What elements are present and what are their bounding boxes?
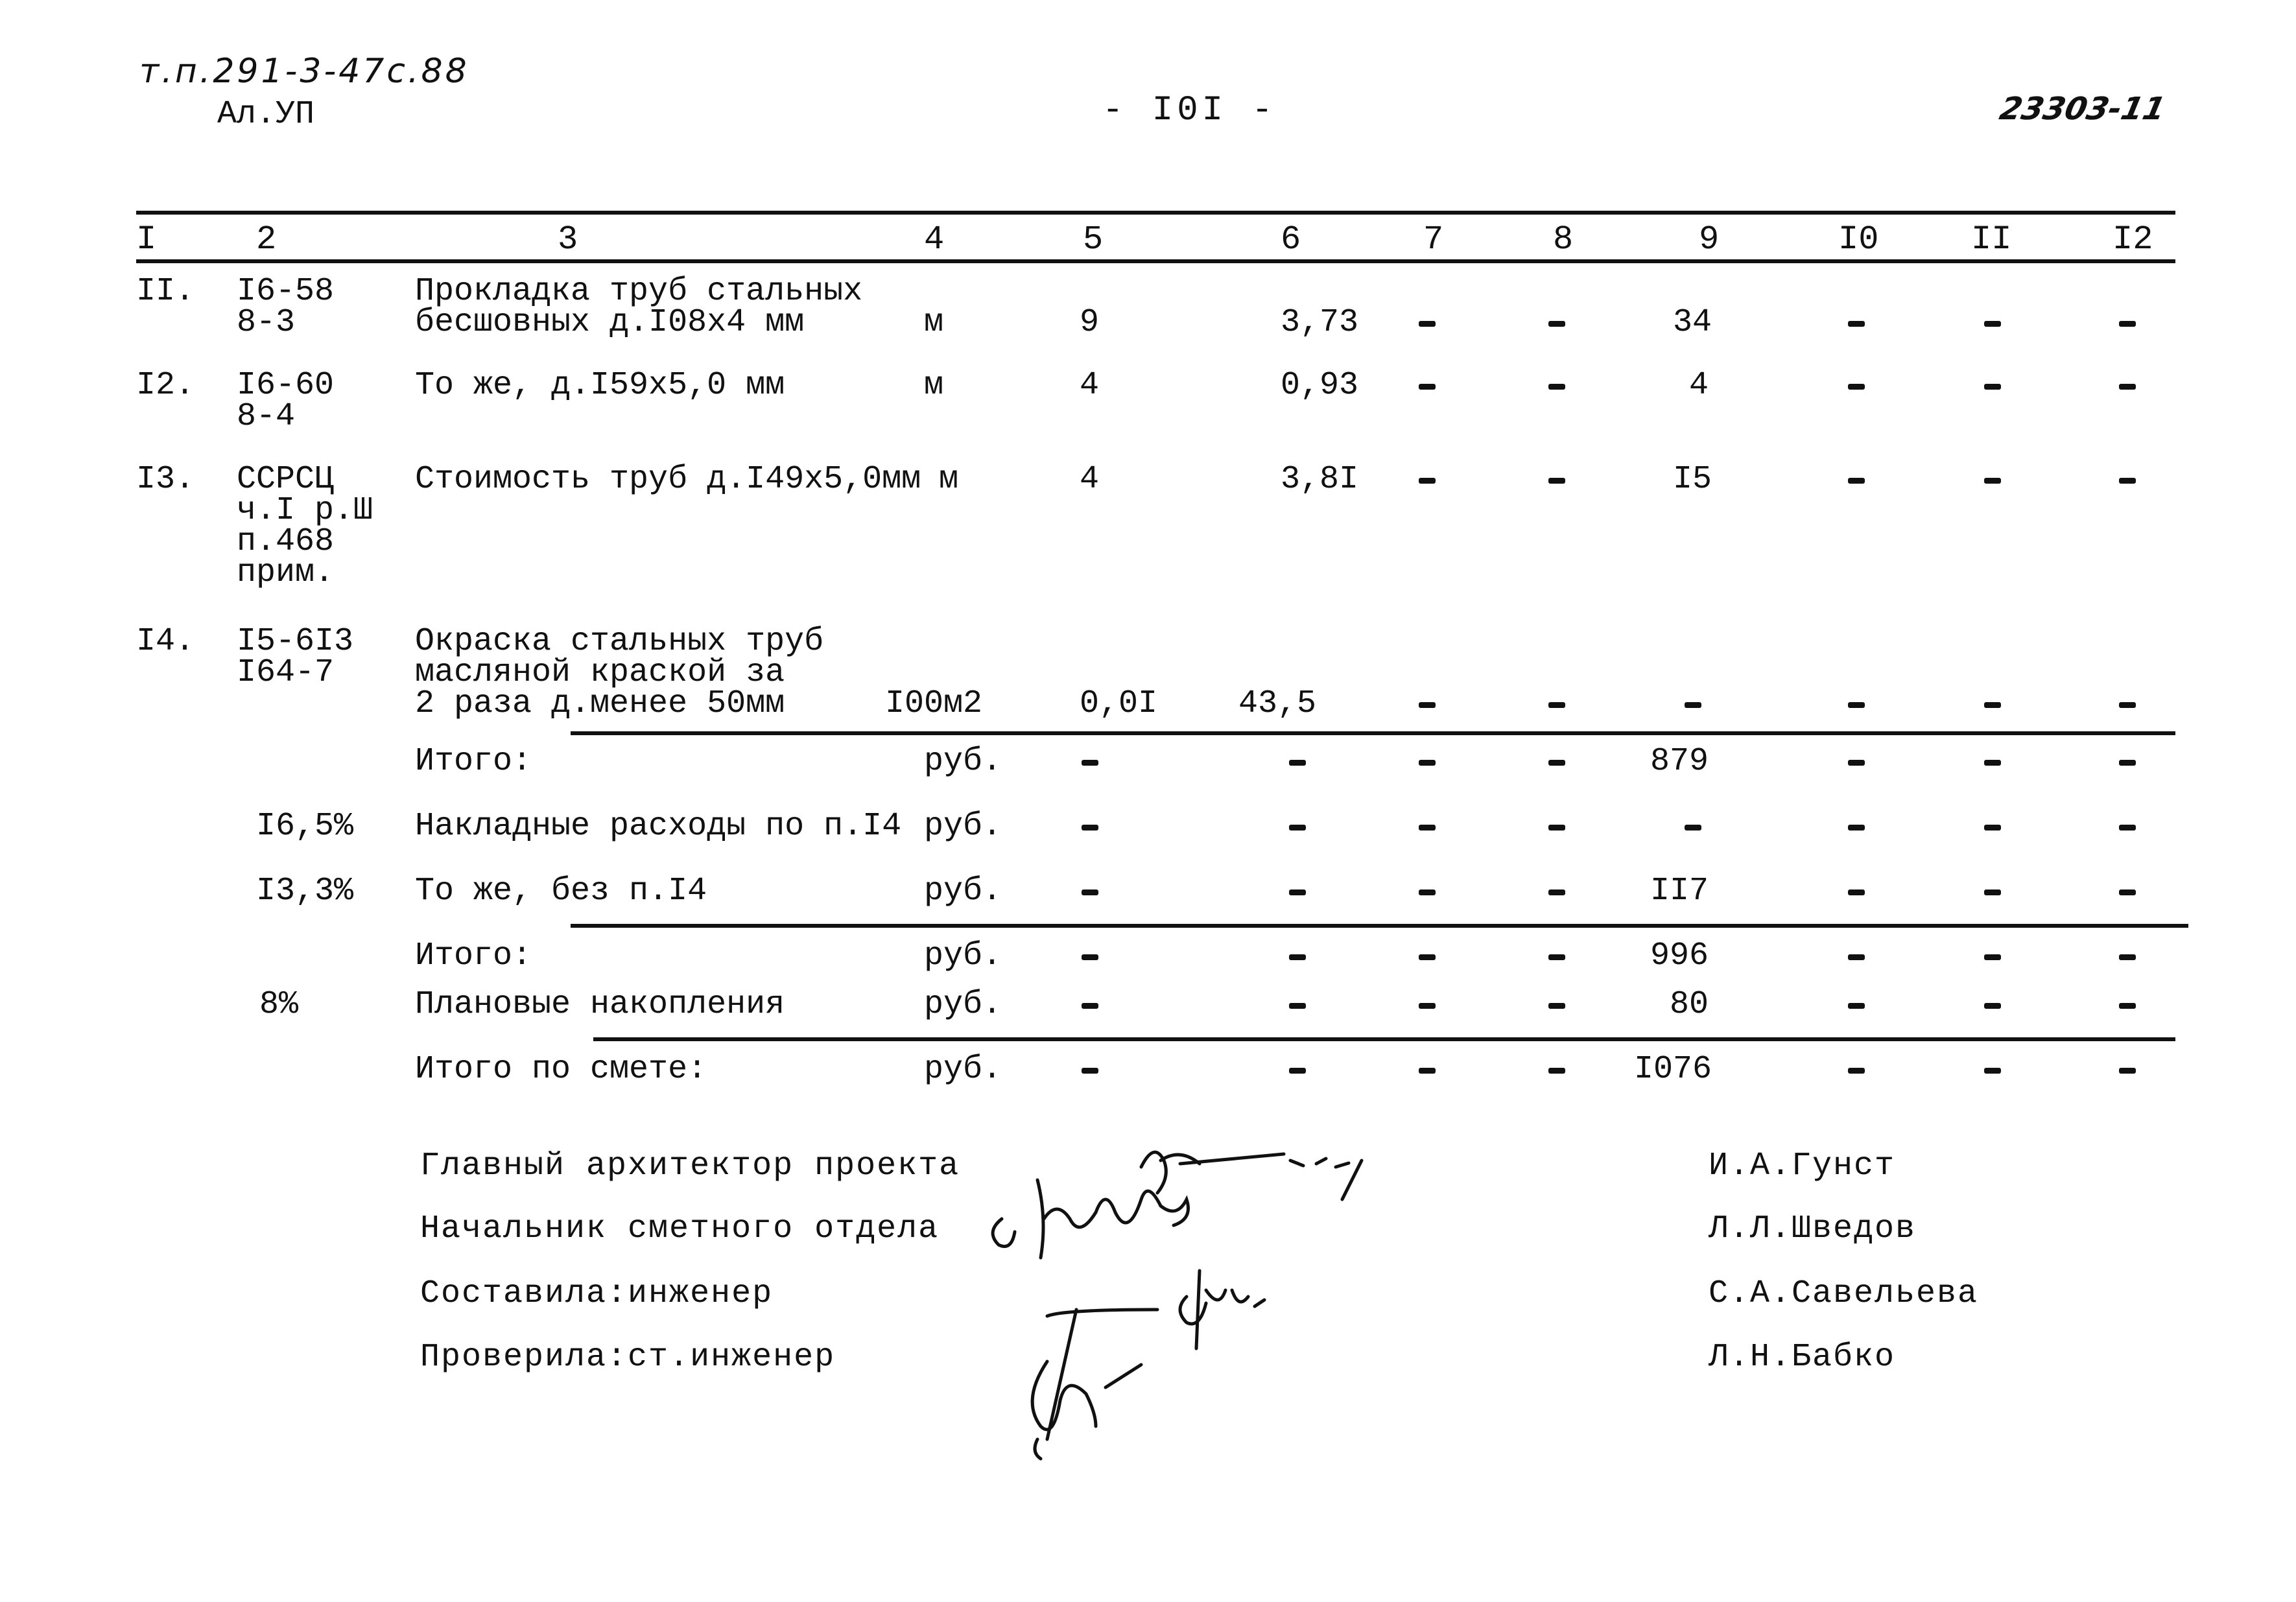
- signature-scribble-4: [1030, 1308, 1159, 1461]
- handwritten-signatures: [991, 1150, 1364, 1461]
- signature-scribble-1: [1139, 1150, 1364, 1201]
- signature-scribble-3: [1178, 1269, 1266, 1350]
